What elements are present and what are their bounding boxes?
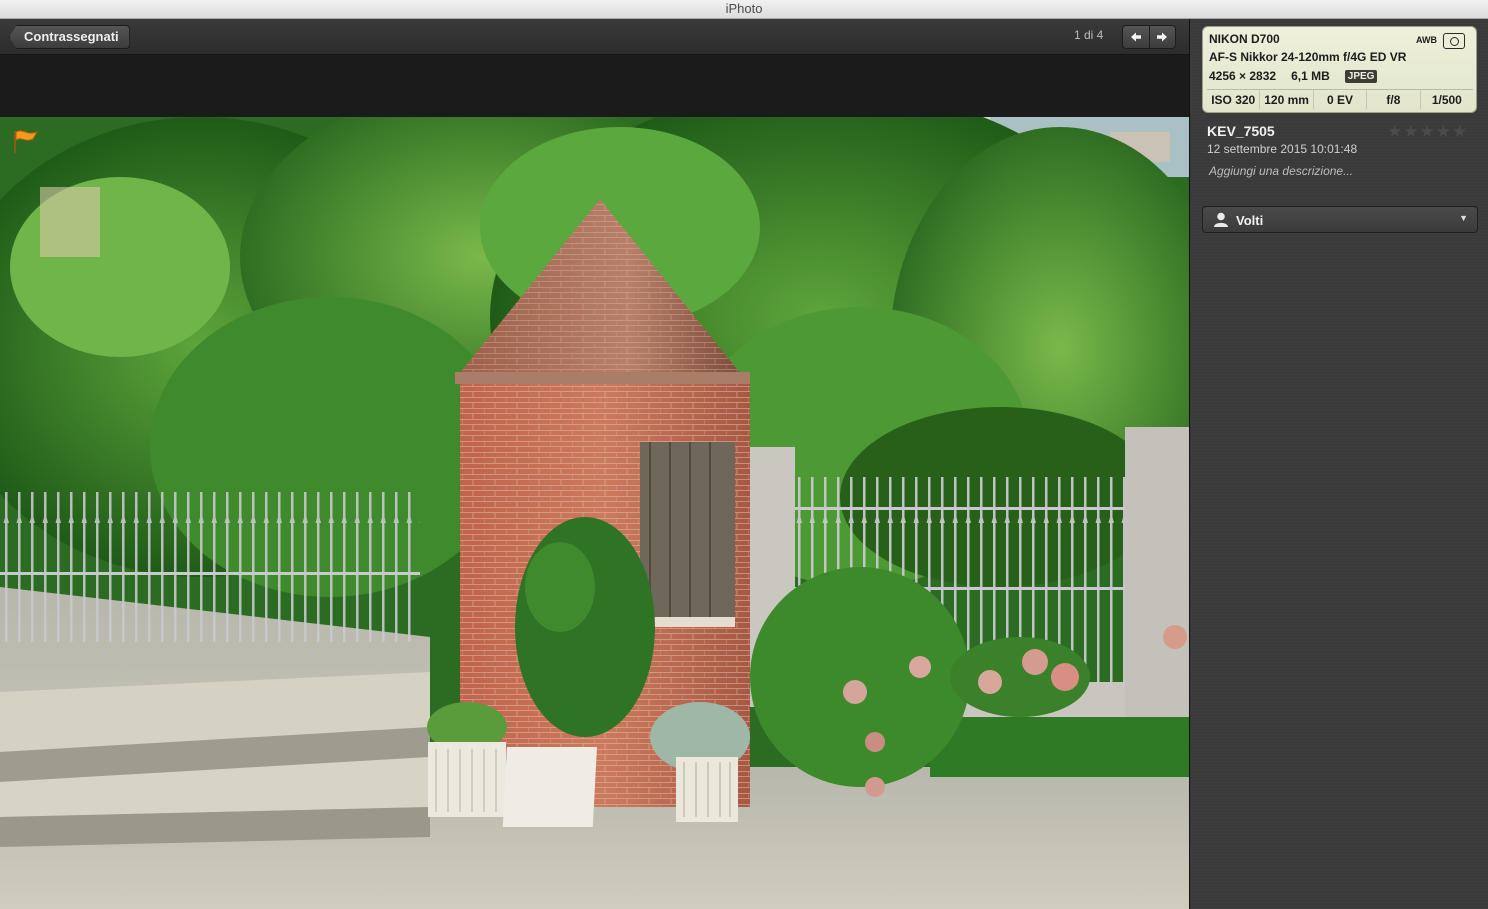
star-icon[interactable]: ★ [1387, 122, 1403, 141]
aperture-value: f/8 [1366, 90, 1419, 109]
toolbar: Contrassegnati 1 di 4 [0, 19, 1189, 55]
chevron-down-icon: ▼ [1459, 213, 1468, 223]
exif-panel: NIKON D700 AWB AF-S Nikkor 24-120mm f/4G… [1202, 26, 1477, 113]
main-photo[interactable] [0, 117, 1189, 909]
nav-buttons [1122, 25, 1176, 49]
star-icon[interactable]: ★ [1403, 122, 1419, 141]
star-icon[interactable]: ★ [1452, 122, 1468, 141]
next-button[interactable] [1148, 26, 1176, 48]
arrow-right-icon [1157, 32, 1168, 42]
star-icon[interactable]: ★ [1420, 122, 1436, 141]
window-title: iPhoto [0, 0, 1488, 19]
shutter-speed: 1/500 [1419, 90, 1473, 109]
lens-model: AF-S Nikkor 24-120mm f/4G ED VR [1209, 50, 1407, 64]
info-sidebar: NIKON D700 AWB AF-S Nikkor 24-120mm f/4G… [1189, 19, 1488, 909]
previous-button[interactable] [1123, 26, 1149, 48]
person-icon [1214, 212, 1228, 227]
description-field[interactable]: Aggiungi una descrizione... [1209, 164, 1353, 178]
back-button[interactable]: Contrassegnati [9, 25, 130, 49]
faces-dropdown[interactable]: Volti ▼ [1202, 206, 1478, 233]
photo-title[interactable]: KEV_7505 [1207, 123, 1275, 139]
star-icon[interactable]: ★ [1436, 122, 1452, 141]
faces-label: Volti [1236, 213, 1264, 228]
image-dimensions: 4256 × 2832 [1209, 69, 1277, 83]
camera-model: NIKON D700 [1209, 32, 1280, 46]
star-rating[interactable]: ★★★★★ [1387, 122, 1468, 142]
format-badge: JPEG [1344, 69, 1378, 83]
arrow-left-icon [1130, 32, 1141, 42]
exposure-settings: ISO 320 120 mm 0 EV f/8 1/500 [1207, 89, 1473, 109]
photo-image [0, 117, 1189, 909]
photo-date[interactable]: 12 settembre 2015 10:01:48 [1207, 142, 1357, 156]
photo-counter: 1 di 4 [1074, 28, 1104, 42]
focal-length: 120 mm [1259, 90, 1312, 109]
matrix-metering-icon [1443, 33, 1465, 49]
file-size: 6,1 MB [1291, 69, 1330, 83]
iso-value: ISO 320 [1211, 93, 1256, 107]
file-details: 4256 × 2832 6,1 MB JPEG [1209, 69, 1378, 83]
exposure-compensation: 0 EV [1312, 90, 1366, 109]
white-balance-label: AWB [1416, 35, 1437, 45]
flag-icon[interactable] [11, 128, 41, 154]
